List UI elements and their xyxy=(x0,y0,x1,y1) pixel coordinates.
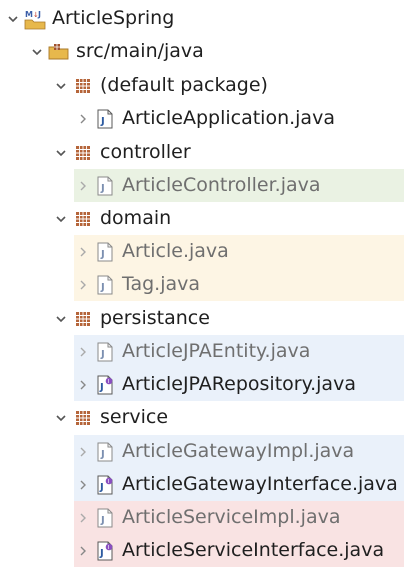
tree-item-file[interactable]: JI ArticleJPARepository.java xyxy=(74,368,404,401)
package-icon xyxy=(72,142,94,164)
chevron-right-icon[interactable] xyxy=(74,435,92,468)
tree-item-file[interactable]: J ArticleGatewayImpl.java xyxy=(74,435,404,468)
svg-text:J: J xyxy=(100,449,105,460)
chevron-right-icon[interactable] xyxy=(74,169,92,202)
svg-text:J: J xyxy=(99,548,104,559)
java-file-icon: J xyxy=(94,341,116,363)
java-file-icon: J xyxy=(94,175,116,197)
svg-text:J: J xyxy=(37,10,41,19)
svg-text:J: J xyxy=(99,482,104,493)
package-icon xyxy=(72,407,94,429)
chevron-down-icon[interactable] xyxy=(52,202,70,235)
java-interface-file-icon: JI xyxy=(94,374,116,396)
svg-text:J: J xyxy=(100,249,105,260)
tree-item-file[interactable]: J Tag.java xyxy=(74,268,404,301)
file-label: ArticleServiceImpl.java xyxy=(122,506,341,528)
file-label: ArticleApplication.java xyxy=(122,107,335,129)
chevron-down-icon[interactable] xyxy=(52,136,70,169)
chevron-right-icon[interactable] xyxy=(74,368,92,401)
package-label: persistance xyxy=(100,307,210,329)
chevron-right-icon[interactable] xyxy=(74,235,92,268)
chevron-right-icon[interactable] xyxy=(74,102,92,135)
tree-item-file[interactable]: J ArticleApplication.java xyxy=(74,102,404,135)
svg-text:J: J xyxy=(100,116,105,127)
java-file-icon: J xyxy=(94,441,116,463)
chevron-right-icon[interactable] xyxy=(74,501,92,534)
maven-project-icon: M ↓ J xyxy=(24,8,46,30)
package-icon xyxy=(72,308,94,330)
svg-text:J: J xyxy=(100,183,105,194)
file-label: ArticleJPAEntity.java xyxy=(122,340,311,362)
tree-item-package-persistance[interactable]: persistance xyxy=(52,302,404,335)
svg-text:J: J xyxy=(99,382,104,393)
tree-item-file[interactable]: J ArticleServiceImpl.java xyxy=(74,501,404,534)
package-icon xyxy=(72,208,94,230)
tree-item-file[interactable]: JI ArticleGatewayInterface.java xyxy=(74,468,404,501)
source-folder-label: src/main/java xyxy=(76,40,204,62)
svg-text:J: J xyxy=(100,349,105,360)
chevron-down-icon[interactable] xyxy=(52,401,70,434)
java-file-icon: J xyxy=(94,274,116,296)
tree-item-source-folder[interactable]: src/main/java xyxy=(28,35,404,68)
file-label: ArticleGatewayInterface.java xyxy=(122,473,398,495)
chevron-down-icon[interactable] xyxy=(52,69,70,102)
package-label: controller xyxy=(100,141,191,163)
chevron-right-icon[interactable] xyxy=(74,534,92,567)
svg-text:M: M xyxy=(25,10,33,19)
tree-item-package-service[interactable]: service xyxy=(52,401,404,434)
file-label: Tag.java xyxy=(122,273,201,295)
file-label: ArticleController.java xyxy=(122,174,321,196)
tree-item-file[interactable]: JI ArticleServiceInterface.java xyxy=(74,534,404,567)
tree-item-package-controller[interactable]: controller xyxy=(52,136,404,169)
chevron-right-icon[interactable] xyxy=(74,468,92,501)
svg-text:J: J xyxy=(100,282,105,293)
file-label: ArticleServiceInterface.java xyxy=(122,539,385,561)
tree-item-file[interactable]: J Article.java xyxy=(74,235,404,268)
project-label: ArticleSpring xyxy=(52,7,175,29)
file-label: Article.java xyxy=(122,240,229,262)
chevron-down-icon[interactable] xyxy=(52,302,70,335)
package-label: service xyxy=(100,406,169,428)
java-file-icon: J xyxy=(94,108,116,130)
tree-item-file[interactable]: J ArticleJPAEntity.java xyxy=(74,335,404,368)
file-label: ArticleJPARepository.java xyxy=(122,373,356,395)
chevron-right-icon[interactable] xyxy=(74,335,92,368)
tree-item-project[interactable]: M ↓ J ArticleSpring xyxy=(4,2,404,35)
java-file-icon: J xyxy=(94,241,116,263)
tree-item-file[interactable]: J ArticleController.java xyxy=(74,169,404,202)
package-label: (default package) xyxy=(100,74,268,96)
package-label: domain xyxy=(100,207,172,229)
svg-text:J: J xyxy=(100,515,105,526)
java-file-icon: J xyxy=(94,507,116,529)
source-folder-icon xyxy=(48,41,70,63)
chevron-right-icon[interactable] xyxy=(74,268,92,301)
file-label: ArticleGatewayImpl.java xyxy=(122,440,355,462)
package-icon xyxy=(72,75,94,97)
java-interface-file-icon: JI xyxy=(94,540,116,562)
java-interface-file-icon: JI xyxy=(94,474,116,496)
chevron-down-icon[interactable] xyxy=(28,35,46,68)
tree-item-package-default[interactable]: (default package) xyxy=(52,69,404,102)
chevron-down-icon[interactable] xyxy=(4,2,22,35)
tree-item-package-domain[interactable]: domain xyxy=(52,202,404,235)
